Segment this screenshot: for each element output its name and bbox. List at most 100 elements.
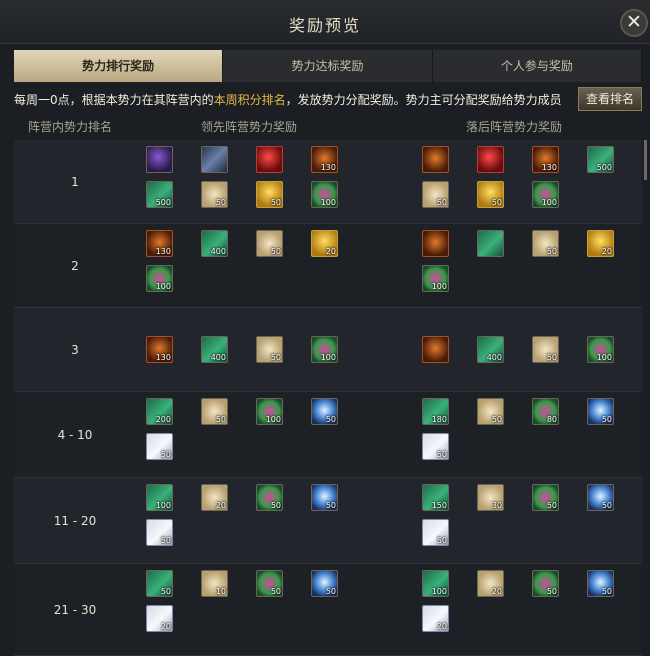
scroll-icon[interactable]: 50 (422, 181, 449, 208)
scroll-icon[interactable]: 50 (201, 181, 228, 208)
book-icon[interactable]: 150 (422, 484, 449, 511)
gold-ingot-icon[interactable]: 50 (256, 181, 283, 208)
book-icon[interactable]: 500 (587, 146, 614, 173)
scroll-icon[interactable]: 30 (477, 484, 504, 511)
gold-ingot-icon[interactable]: 50 (477, 181, 504, 208)
tab-ranking-reward[interactable]: 势力排行奖励 (14, 50, 224, 82)
gem-icon[interactable]: 100 (311, 181, 338, 208)
scrollbar[interactable] (644, 140, 647, 180)
gem-icon[interactable]: 100 (311, 336, 338, 363)
item-quantity: 50 (491, 415, 502, 424)
orb-icon[interactable]: 50 (587, 398, 614, 425)
book-icon[interactable]: 200 (146, 398, 173, 425)
item-quantity: 20 (325, 247, 336, 256)
gem-icon[interactable]: 50 (532, 570, 559, 597)
cloak-icon[interactable] (146, 146, 173, 173)
scroll-icon[interactable]: 20 (477, 570, 504, 597)
book-icon[interactable]: 400 (201, 336, 228, 363)
paper-icon[interactable]: 20 (146, 605, 173, 632)
rune-icon[interactable] (422, 230, 449, 257)
item-quantity: 50 (160, 450, 171, 459)
orb-icon[interactable]: 50 (311, 484, 338, 511)
leading-rewards: 50 10 50 50 20 (146, 570, 382, 640)
rune-icon[interactable] (422, 146, 449, 173)
title-bar: 奖励预览 ✕ (0, 0, 650, 44)
item-quantity: 500 (596, 163, 612, 172)
gem-icon[interactable]: 100 (422, 265, 449, 292)
rune-icon[interactable]: 130 (532, 146, 559, 173)
ruby-icon[interactable] (477, 146, 504, 173)
trailing-rewards: 400 50 100 (422, 336, 650, 371)
tab-personal-reward[interactable]: 个人参与奖励 (433, 50, 642, 82)
gem-icon[interactable]: 80 (532, 398, 559, 425)
rune-icon[interactable]: 130 (146, 230, 173, 257)
item-quantity: 50 (270, 247, 281, 256)
gem-icon[interactable]: 50 (532, 484, 559, 511)
paper-icon[interactable]: 50 (422, 433, 449, 460)
ruby-icon[interactable] (256, 146, 283, 173)
scroll-icon[interactable]: 50 (256, 230, 283, 257)
tab-target-reward[interactable]: 势力达标奖励 (223, 50, 433, 82)
trailing-rewards: 180 50 80 50 50 (422, 398, 650, 468)
window-title: 奖励预览 (288, 16, 361, 35)
orb-icon[interactable]: 50 (587, 484, 614, 511)
gem-icon[interactable]: 100 (587, 336, 614, 363)
scroll-icon[interactable]: 50 (201, 398, 228, 425)
table-row: 2 130 400 50 20 100 50 20 100 (14, 224, 642, 308)
scroll-icon[interactable]: 50 (477, 398, 504, 425)
scroll-icon[interactable]: 10 (201, 570, 228, 597)
gem-icon[interactable]: 100 (256, 398, 283, 425)
orb-icon[interactable]: 50 (311, 398, 338, 425)
book-icon[interactable]: 500 (146, 181, 173, 208)
item-quantity: 400 (486, 353, 502, 362)
item-quantity: 50 (270, 198, 281, 207)
paper-icon[interactable]: 50 (146, 433, 173, 460)
rune-icon[interactable]: 130 (311, 146, 338, 173)
orb-icon[interactable]: 50 (311, 570, 338, 597)
trailing-rewards: 130 500 50 50 100 (422, 146, 650, 216)
orb-icon[interactable]: 50 (587, 570, 614, 597)
item-quantity: 50 (491, 198, 502, 207)
paper-icon[interactable]: 20 (422, 605, 449, 632)
gem-icon[interactable]: 100 (532, 181, 559, 208)
item-quantity: 20 (601, 247, 612, 256)
gold-ingot-icon[interactable]: 20 (311, 230, 338, 257)
scroll-icon[interactable]: 50 (256, 336, 283, 363)
item-quantity: 50 (546, 501, 557, 510)
gem-icon[interactable]: 100 (146, 265, 173, 292)
rank-label: 4 - 10 (57, 428, 93, 442)
scroll-icon[interactable]: 20 (201, 484, 228, 511)
item-quantity: 50 (325, 415, 336, 424)
book-icon[interactable]: 400 (201, 230, 228, 257)
item-quantity: 50 (160, 536, 171, 545)
book-icon[interactable]: 50 (146, 570, 173, 597)
paper-icon[interactable]: 50 (146, 519, 173, 546)
leading-rewards: 200 50 100 50 50 (146, 398, 382, 468)
gem-icon[interactable]: 50 (256, 570, 283, 597)
view-ranking-button[interactable]: 查看排名 (578, 87, 642, 111)
item-quantity: 100 (596, 353, 612, 362)
book-icon[interactable]: 100 (146, 484, 173, 511)
item-quantity: 30 (491, 501, 502, 510)
close-icon[interactable]: ✕ (620, 9, 648, 37)
gold-ingot-icon[interactable]: 20 (587, 230, 614, 257)
scroll-icon[interactable]: 50 (532, 336, 559, 363)
book-icon[interactable]: 180 (422, 398, 449, 425)
rune-icon[interactable]: 130 (146, 336, 173, 363)
book-icon[interactable]: 400 (477, 336, 504, 363)
column-header-rank: 阵营内势力排名 (28, 120, 113, 134)
item-quantity: 20 (160, 622, 171, 631)
sword-icon[interactable] (201, 146, 228, 173)
item-quantity: 100 (431, 282, 447, 291)
rune-icon[interactable] (422, 336, 449, 363)
notice-highlight: 本周积分排名 (213, 93, 286, 107)
item-quantity: 150 (431, 501, 447, 510)
scroll-icon[interactable]: 50 (532, 230, 559, 257)
item-quantity: 130 (155, 247, 171, 256)
book-icon[interactable] (477, 230, 504, 257)
gem-icon[interactable]: 50 (256, 484, 283, 511)
item-quantity: 20 (491, 587, 502, 596)
paper-icon[interactable]: 50 (422, 519, 449, 546)
book-icon[interactable]: 100 (422, 570, 449, 597)
leading-rewards: 130 500 50 50 100 (146, 146, 382, 216)
